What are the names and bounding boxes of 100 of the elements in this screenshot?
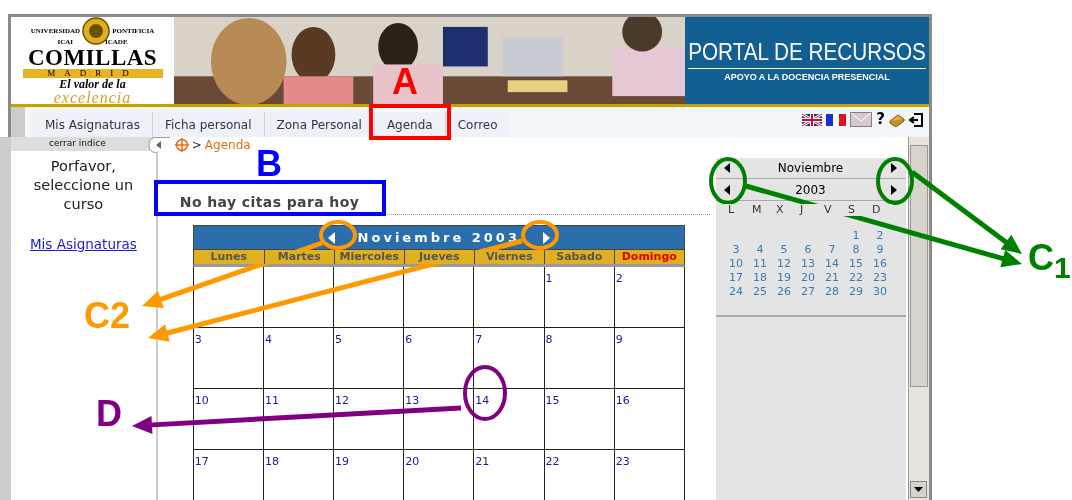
- day-number[interactable]: 4: [263, 333, 272, 346]
- day-cell[interactable]: 12: [334, 389, 405, 450]
- mini-day[interactable]: 23: [868, 271, 892, 285]
- mini-day[interactable]: 16: [868, 257, 892, 271]
- mail-icon[interactable]: [850, 112, 873, 127]
- day-number[interactable]: 8: [544, 333, 553, 346]
- day-cell[interactable]: 7: [474, 328, 545, 389]
- collapse-icon[interactable]: [147, 137, 170, 153]
- mini-day[interactable]: 24: [724, 285, 748, 299]
- day-number[interactable]: 12: [334, 394, 350, 407]
- mini-day[interactable]: 2: [868, 229, 892, 243]
- mini-day[interactable]: 20: [796, 271, 820, 285]
- mini-day[interactable]: 21: [820, 271, 844, 285]
- next-month-icon[interactable]: [890, 162, 898, 174]
- day-cell[interactable]: 20: [404, 450, 475, 500]
- day-number[interactable]: 10: [193, 394, 209, 407]
- day-cell[interactable]: 15: [544, 389, 615, 450]
- banner-title: PORTAL DE RECURSOS: [688, 39, 926, 69]
- previous-year-icon[interactable]: [723, 184, 731, 196]
- day-number[interactable]: 17: [193, 455, 209, 468]
- day-number[interactable]: 3: [193, 333, 202, 346]
- mini-day[interactable]: 27: [796, 285, 820, 299]
- day-number[interactable]: 2: [614, 272, 623, 285]
- logo-city: MADRID: [22, 69, 163, 78]
- scroll-down-icon[interactable]: [910, 481, 927, 498]
- mini-day[interactable]: 22: [844, 271, 868, 285]
- mini-day[interactable]: 6: [796, 243, 820, 257]
- help-icon[interactable]: ?: [876, 112, 885, 127]
- day-number[interactable]: 13: [404, 394, 420, 407]
- day-number[interactable]: 18: [263, 455, 279, 468]
- day-number[interactable]: 20: [404, 455, 420, 468]
- uk-flag-icon[interactable]: [802, 113, 823, 126]
- day-cell[interactable]: 21: [474, 450, 545, 500]
- crosshair-icon: [174, 138, 189, 152]
- book-icon[interactable]: [889, 112, 905, 127]
- mini-day[interactable]: 12: [772, 257, 796, 271]
- day-cell[interactable]: 19: [334, 450, 405, 500]
- day-cell[interactable]: 17: [193, 450, 264, 500]
- mini-day[interactable]: 1: [844, 229, 868, 243]
- day-cell[interactable]: 16: [614, 389, 685, 450]
- mini-day[interactable]: 26: [772, 285, 796, 299]
- day-cell[interactable]: 11: [263, 389, 335, 450]
- day-number[interactable]: 16: [614, 394, 630, 407]
- courses-link[interactable]: Mis Asignaturas: [29, 235, 137, 252]
- day-cell[interactable]: 5: [334, 328, 405, 389]
- day-number[interactable]: 7: [474, 333, 483, 346]
- mini-day[interactable]: 15: [844, 257, 868, 271]
- mini-day[interactable]: 4: [748, 243, 772, 257]
- next-year-icon[interactable]: [890, 184, 898, 196]
- nav-tab[interactable]: Ficha personal: [152, 112, 264, 137]
- day-number[interactable]: 22: [544, 455, 560, 468]
- day-number[interactable]: 5: [334, 333, 343, 346]
- mini-day[interactable]: 18: [748, 271, 772, 285]
- mini-day[interactable]: 17: [724, 271, 748, 285]
- day-cell[interactable]: 4: [263, 328, 335, 389]
- day-cell[interactable]: 2: [614, 267, 685, 328]
- day-cell[interactable]: 6: [404, 328, 475, 389]
- day-cell[interactable]: 13: [404, 389, 475, 450]
- mini-day[interactable]: 11: [748, 257, 772, 271]
- scroll-thumb[interactable]: [910, 145, 928, 387]
- mini-day[interactable]: 7: [820, 243, 844, 257]
- nav-tab[interactable]: Zona Personal: [263, 112, 374, 137]
- day-number[interactable]: 1: [544, 272, 553, 285]
- french-flag-icon[interactable]: [826, 113, 847, 126]
- logout-icon[interactable]: [909, 112, 923, 127]
- day-cell[interactable]: 3: [193, 328, 264, 389]
- month-label: Noviembre: [777, 161, 844, 175]
- mini-day[interactable]: 8: [844, 243, 868, 257]
- nav-tab[interactable]: Mis Asignaturas: [31, 112, 152, 137]
- mini-day[interactable]: 10: [724, 257, 748, 271]
- day-cell[interactable]: 1: [544, 267, 615, 328]
- previous-month-icon[interactable]: [723, 162, 731, 174]
- day-cell[interactable]: 9: [614, 328, 685, 389]
- day-number[interactable]: 15: [544, 394, 560, 407]
- mini-day[interactable]: 9: [868, 243, 892, 257]
- mini-day[interactable]: 19: [772, 271, 796, 285]
- day-number[interactable]: 11: [263, 394, 279, 407]
- day-cell[interactable]: 18: [263, 450, 335, 500]
- mini-day[interactable]: 13: [796, 257, 820, 271]
- nav-tab[interactable]: Correo: [444, 112, 510, 137]
- day-number[interactable]: 14: [474, 394, 490, 407]
- day-number[interactable]: 19: [334, 455, 350, 468]
- scrollbar[interactable]: [908, 137, 929, 500]
- day-number[interactable]: 23: [614, 455, 630, 468]
- select-course-message: Porfavor, seleccione un curso: [32, 157, 135, 214]
- day-number[interactable]: 21: [474, 455, 490, 468]
- mini-day[interactable]: 28: [820, 285, 844, 299]
- mini-day[interactable]: 30: [868, 285, 892, 299]
- mini-day[interactable]: 25: [748, 285, 772, 299]
- mini-day[interactable]: 29: [844, 285, 868, 299]
- day-cell[interactable]: 8: [544, 328, 615, 389]
- day-cell[interactable]: 14: [474, 389, 545, 450]
- day-number[interactable]: 9: [614, 333, 623, 346]
- day-cell[interactable]: 23: [614, 450, 685, 500]
- mini-day[interactable]: 14: [820, 257, 844, 271]
- day-cell[interactable]: 10: [193, 389, 264, 450]
- mini-day[interactable]: 5: [772, 243, 796, 257]
- day-cell[interactable]: 22: [544, 450, 615, 500]
- mini-day[interactable]: 3: [724, 243, 748, 257]
- day-number[interactable]: 6: [404, 333, 413, 346]
